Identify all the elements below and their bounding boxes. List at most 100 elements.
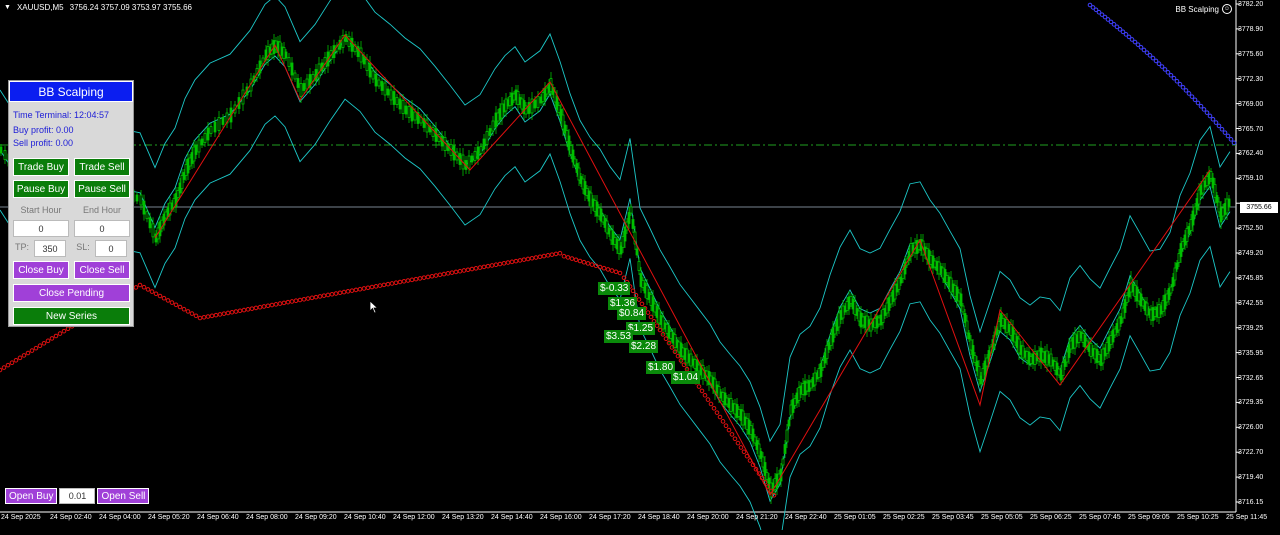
red-dot-marker (273, 302, 279, 307)
red-dot-marker (605, 267, 611, 272)
red-dot-marker (569, 256, 575, 261)
blue-dot-marker (1222, 130, 1228, 135)
time-tick-label: 24 Sep 21:20 (736, 514, 778, 521)
red-dot-marker (541, 253, 547, 259)
red-dot-marker (425, 274, 431, 280)
red-dot-marker (237, 308, 243, 314)
red-dot-marker (397, 279, 403, 285)
red-dot-marker (714, 410, 720, 415)
red-dot-marker (609, 268, 615, 273)
red-dot-marker (465, 267, 471, 273)
red-dot-marker (349, 288, 355, 293)
blue-dot-marker (1183, 88, 1189, 93)
red-dot-marker (741, 449, 747, 455)
red-dot-marker (481, 264, 487, 270)
red-dot-marker (537, 254, 543, 260)
open-sell-button[interactable]: Open Sell (97, 488, 150, 504)
candle-body (383, 82, 387, 96)
panel-title[interactable]: BB Scalping (9, 81, 133, 102)
red-dot-marker (137, 282, 143, 288)
blue-dot-marker (1207, 113, 1213, 119)
red-dot-marker (613, 269, 619, 275)
profit-label: $2.28 (629, 340, 659, 353)
time-tick-label: 24 Sep 06:40 (197, 514, 239, 521)
red-dot-marker (301, 296, 307, 302)
candle-body (787, 419, 791, 427)
red-dot-marker (185, 309, 191, 314)
price-chart[interactable] (0, 0, 1280, 535)
close-sell-button[interactable]: Close Sell (74, 261, 130, 279)
trade-buy-button[interactable]: Trade Buy (13, 158, 69, 176)
tp-input[interactable] (34, 240, 66, 257)
candle-body (377, 79, 381, 87)
candle-body (781, 458, 785, 466)
start-hour-input[interactable] (13, 220, 69, 237)
blue-dot-marker (1219, 126, 1225, 132)
red-dot-marker (33, 345, 39, 351)
red-dot-marker (45, 338, 51, 344)
close-pending-button[interactable]: Close Pending (13, 284, 130, 302)
blue-dot-marker (1177, 81, 1183, 87)
red-dot-marker (589, 262, 595, 267)
candle-body (627, 212, 631, 224)
profit-label: $-0.33 (598, 282, 631, 295)
red-dot-marker (305, 296, 311, 301)
red-dot-marker (421, 275, 427, 280)
red-dot-marker (265, 303, 271, 309)
red-dot-marker (229, 309, 235, 315)
red-dot-marker (329, 291, 335, 297)
candle-body (290, 62, 294, 76)
current-price-tag: 3755.66 (1240, 202, 1278, 213)
red-dot-marker (517, 258, 523, 263)
price-tick-label: 3735.95 (1238, 349, 1264, 357)
red-dot-marker (5, 362, 11, 368)
red-dot-marker (405, 278, 411, 283)
candle-body (434, 128, 438, 142)
candle-body (398, 98, 402, 110)
candle-body (395, 97, 399, 105)
candle-body (200, 138, 204, 146)
close-buy-button[interactable]: Close Buy (13, 261, 69, 279)
time-tick-label: 25 Sep 09:05 (1128, 514, 1170, 521)
collapse-arrow-icon[interactable]: ▼ (4, 4, 11, 11)
blue-dot-marker (1180, 84, 1186, 90)
sl-input[interactable] (95, 240, 127, 257)
price-tick-label: 3769.00 (1238, 100, 1264, 108)
time-tick-label: 24 Sep 04:00 (99, 514, 141, 521)
pause-sell-button[interactable]: Pause Sell (74, 180, 130, 198)
sl-label: SL: (76, 242, 90, 252)
bb-scalping-panel: BB Scalping Time Terminal: 12:04:57 Buy … (8, 80, 134, 327)
trade-sell-button[interactable]: Trade Sell (74, 158, 130, 176)
red-dot-marker (429, 273, 435, 279)
chart-canvas[interactable] (0, 0, 1280, 535)
candle-body (965, 320, 969, 334)
candle-body (135, 194, 139, 202)
end-hour-input[interactable] (74, 220, 130, 237)
candle-body (1173, 267, 1177, 281)
red-dot-marker (337, 290, 343, 296)
red-dot-marker (545, 253, 551, 258)
red-dot-marker (317, 294, 323, 299)
pause-buy-button[interactable]: Pause Buy (13, 180, 69, 198)
open-buy-button[interactable]: Open Buy (5, 488, 58, 504)
candle-body (299, 83, 303, 97)
red-dot-marker (341, 289, 347, 295)
candle-body (410, 106, 414, 122)
candle-body (485, 131, 489, 145)
lot-size-input[interactable] (59, 488, 96, 504)
blue-dot-marker (1198, 103, 1204, 109)
red-dot-marker (153, 291, 159, 297)
red-dot-marker (513, 258, 519, 264)
mouse-cursor-icon (369, 300, 379, 314)
start-hour-label: Start Hour (20, 205, 62, 215)
ea-label[interactable]: BB Scalping ☺ (1175, 4, 1232, 14)
time-tick-label: 24 Sep 10:40 (344, 514, 386, 521)
candle-body (194, 145, 198, 155)
red-dot-marker (65, 326, 71, 332)
red-dot-marker (561, 253, 567, 259)
price-tick-label: 3739.25 (1238, 324, 1264, 332)
new-series-button[interactable]: New Series (13, 307, 130, 325)
red-dot-marker (413, 276, 419, 282)
red-dot-marker (577, 258, 583, 264)
red-dot-marker (377, 283, 383, 288)
